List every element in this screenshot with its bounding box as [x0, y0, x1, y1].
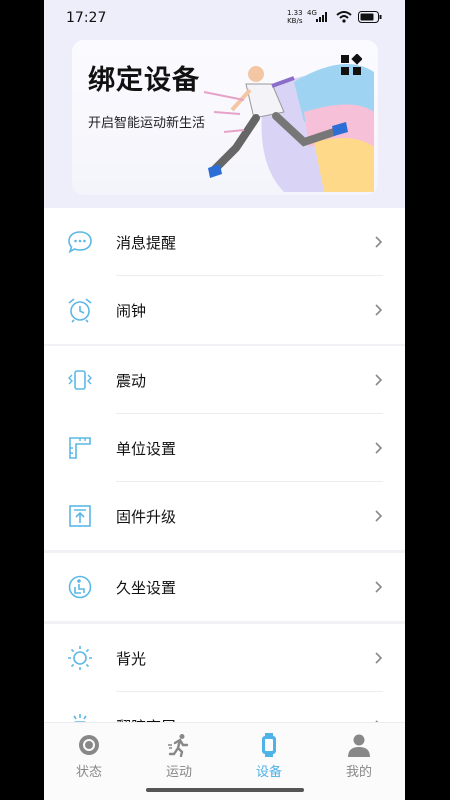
device-screen: 17:27 1.33 KB/s 4G 绑定设备 开启智能运动新生活 消息提醒 闹… — [44, 0, 405, 800]
network-speed: 1.33 KB/s — [287, 9, 303, 25]
home-indicator[interactable] — [146, 788, 304, 792]
upgrade-icon — [69, 505, 91, 527]
nav-tab-device[interactable]: 设备 — [234, 733, 304, 780]
nav-tab-profile[interactable]: 我的 — [324, 733, 394, 780]
chevron-right-icon — [375, 236, 383, 248]
menu-label: 震动 — [116, 371, 147, 390]
status-icons — [316, 11, 382, 23]
header: 绑定设备 开启智能运动新生活 — [44, 38, 405, 208]
run-icon — [168, 734, 189, 757]
message-icon — [68, 231, 92, 254]
status-icon — [79, 735, 99, 755]
nav-label: 状态 — [75, 765, 102, 780]
menu-label: 闹钟 — [116, 301, 147, 320]
nav-label: 我的 — [345, 765, 372, 780]
battery-icon — [358, 11, 382, 23]
chevron-right-icon — [375, 304, 383, 316]
menu-group-notifications: 消息提醒 闹钟 — [44, 208, 405, 344]
menu-label: 单位设置 — [116, 439, 177, 458]
network-speed-value: 1.33 — [287, 9, 303, 17]
menu-item-alarm[interactable]: 闹钟 — [44, 276, 405, 344]
ruler-icon — [69, 437, 91, 459]
nav-tab-status[interactable]: 状态 — [54, 733, 124, 780]
menu-label: 消息提醒 — [116, 233, 177, 252]
chevron-right-icon — [375, 442, 383, 454]
network-speed-unit: KB/s — [287, 17, 303, 25]
menu-item-firmware-upgrade[interactable]: 固件升级 — [44, 482, 405, 550]
menu-group-device-settings: 震动 单位设置 固件升级 — [44, 346, 405, 550]
chevron-right-icon — [375, 581, 383, 593]
wifi-icon — [336, 11, 352, 23]
menu-item-sedentary-settings[interactable]: 久坐设置 — [44, 553, 405, 621]
qr-code-icon[interactable] — [340, 54, 362, 76]
chevron-right-icon — [375, 510, 383, 522]
menu-label: 背光 — [116, 649, 147, 668]
menu-label: 久坐设置 — [116, 578, 177, 597]
status-time: 17:27 — [66, 10, 107, 26]
sedentary-icon — [68, 575, 92, 599]
nav-label: 设备 — [255, 765, 282, 780]
bind-device-card[interactable]: 绑定设备 开启智能运动新生活 — [72, 40, 378, 195]
menu-group-sedentary: 久坐设置 — [44, 553, 405, 621]
status-bar: 17:27 1.33 KB/s 4G — [44, 0, 405, 38]
person-icon — [348, 734, 370, 757]
alarm-clock-icon — [68, 298, 92, 323]
menu-item-unit-settings[interactable]: 单位设置 — [44, 414, 405, 482]
menu-item-message-reminder[interactable]: 消息提醒 — [44, 208, 405, 276]
chevron-right-icon — [375, 374, 383, 386]
menu-label: 固件升级 — [116, 507, 177, 526]
menu-item-backlight[interactable]: 背光 — [44, 624, 405, 692]
signal-icon — [316, 12, 327, 22]
watch-icon — [262, 733, 276, 757]
sun-icon — [68, 646, 92, 670]
chevron-right-icon — [375, 652, 383, 664]
nav-label: 运动 — [165, 765, 192, 780]
menu-item-vibration[interactable]: 震动 — [44, 346, 405, 414]
vibration-icon — [68, 370, 92, 390]
nav-tab-exercise[interactable]: 运动 — [144, 733, 214, 780]
